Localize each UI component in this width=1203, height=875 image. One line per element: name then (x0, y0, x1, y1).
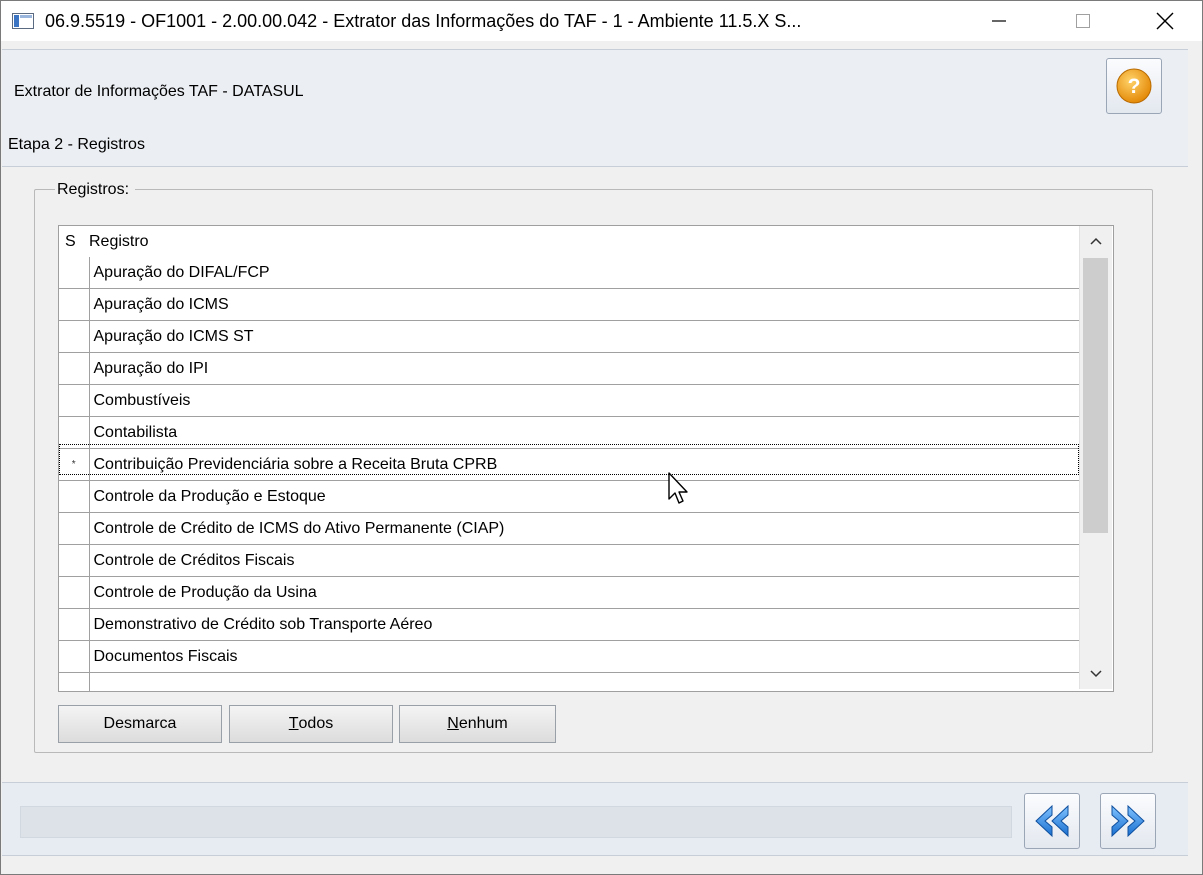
row-select-cell[interactable] (59, 416, 90, 449)
todos-button[interactable]: Todos (229, 705, 393, 743)
help-icon: ? (1116, 68, 1152, 104)
row-registro-cell[interactable]: Controle da Produção e Estoque (89, 480, 1081, 513)
table-row[interactable]: Controle de Produção da Usina (59, 576, 1081, 609)
scroll-up-button[interactable] (1080, 226, 1112, 256)
title-bar[interactable]: 06.9.5519 - OF1001 - 2.00.00.042 - Extra… (1, 1, 1202, 41)
table-row[interactable]: Apuração do ICMS (59, 288, 1081, 321)
chevron-up-icon (1090, 237, 1102, 245)
row-select-cell[interactable] (59, 257, 90, 289)
row-registro-cell[interactable] (89, 672, 1081, 691)
grid-vertical-scrollbar[interactable] (1079, 226, 1112, 689)
table-row[interactable]: Demonstrativo de Crédito sob Transporte … (59, 608, 1081, 641)
grid-header-row: S Registro (59, 226, 1081, 257)
double-left-arrow-icon (1035, 804, 1069, 838)
nenhum-label: enhum (458, 715, 508, 732)
app-icon (12, 13, 34, 29)
row-registro-cell[interactable]: Controle de Produção da Usina (89, 576, 1081, 609)
footer-bar (2, 782, 1188, 856)
registros-grid[interactable]: S Registro Apuração do DIFAL/FCP Apuração… (58, 225, 1114, 692)
row-select-cell[interactable] (59, 576, 90, 609)
help-button[interactable]: ? (1106, 58, 1162, 114)
table-row[interactable]: Controle de Créditos Fiscais (59, 544, 1081, 577)
row-select-cell[interactable] (59, 544, 90, 577)
row-select-cell[interactable] (59, 640, 90, 673)
window-title: 06.9.5519 - OF1001 - 2.00.00.042 - Extra… (45, 11, 802, 31)
maximize-icon (1076, 14, 1090, 28)
table-row[interactable]: Combustíveis (59, 384, 1081, 417)
table-row[interactable]: Documentos Fiscais (59, 640, 1081, 673)
row-registro-cell[interactable]: Apuração do DIFAL/FCP (89, 257, 1081, 289)
close-button[interactable] (1137, 1, 1193, 41)
table-row[interactable]: Apuração do ICMS ST (59, 320, 1081, 353)
registros-legend: Registros: (55, 181, 136, 199)
table-row[interactable]: Apuração do IPI (59, 352, 1081, 385)
row-select-cell[interactable] (59, 288, 90, 321)
program-title: Extrator de Informações TAF - DATASUL (14, 83, 304, 100)
step-title: Etapa 2 - Registros (8, 136, 145, 153)
row-registro-cell[interactable]: Controle de Créditos Fiscais (89, 544, 1081, 577)
row-select-cell[interactable] (59, 384, 90, 417)
row-registro-cell[interactable]: Apuração do ICMS (89, 288, 1081, 321)
desmarca-button[interactable]: Desmarca (58, 705, 222, 743)
nenhum-button[interactable]: Nenhum (399, 705, 556, 743)
row-select-cell[interactable] (59, 480, 90, 513)
row-registro-cell[interactable]: Contribuição Previdenciária sobre a Rece… (89, 448, 1081, 481)
scroll-down-button[interactable] (1080, 659, 1112, 689)
app-window: 06.9.5519 - OF1001 - 2.00.00.042 - Extra… (0, 0, 1203, 875)
row-registro-cell[interactable]: Contabilista (89, 416, 1081, 449)
double-right-arrow-icon (1111, 804, 1145, 838)
row-select-cell[interactable] (59, 512, 90, 545)
close-icon (1156, 12, 1174, 30)
back-button[interactable] (1024, 793, 1080, 849)
table-row[interactable]: Apuração do DIFAL/FCP (59, 257, 1081, 289)
program-header: Extrator de Informações TAF - DATASUL ? (2, 49, 1188, 123)
row-select-cell[interactable] (59, 352, 90, 385)
row-select-cell[interactable] (59, 320, 90, 353)
minimize-button[interactable] (971, 1, 1027, 41)
minimize-icon (992, 20, 1006, 22)
chevron-down-icon (1090, 670, 1102, 678)
row-registro-cell[interactable]: Apuração do IPI (89, 352, 1081, 385)
row-registro-cell[interactable]: Demonstrativo de Crédito sob Transporte … (89, 608, 1081, 641)
todos-accel: T (288, 715, 299, 732)
column-header-registro[interactable]: Registro (89, 226, 1081, 257)
scroll-thumb[interactable] (1083, 258, 1108, 533)
table-row[interactable] (59, 672, 1081, 691)
table-row[interactable]: * Contribuição Previdenciária sobre a Rec… (59, 448, 1081, 481)
nenhum-accel: N (447, 715, 459, 732)
row-select-cell[interactable] (59, 608, 90, 641)
maximize-button[interactable] (1055, 1, 1111, 41)
row-registro-cell[interactable]: Apuração do ICMS ST (89, 320, 1081, 353)
row-registro-cell[interactable]: Documentos Fiscais (89, 640, 1081, 673)
row-registro-cell[interactable]: Controle de Crédito de ICMS do Ativo Per… (89, 512, 1081, 545)
column-header-s[interactable]: S (59, 226, 89, 257)
table-row[interactable]: Controle de Crédito de ICMS do Ativo Per… (59, 512, 1081, 545)
todos-label: odos (298, 715, 334, 732)
row-select-cell[interactable]: * (59, 448, 90, 481)
svg-text:?: ? (1128, 75, 1141, 98)
row-registro-cell[interactable]: Combustíveis (89, 384, 1081, 417)
next-button[interactable] (1100, 793, 1156, 849)
status-field (20, 806, 1012, 838)
row-select-cell[interactable] (59, 672, 90, 691)
table-row[interactable]: Contabilista (59, 416, 1081, 449)
step-bar: Etapa 2 - Registros (2, 122, 1188, 167)
table-row[interactable]: Controle da Produção e Estoque (59, 480, 1081, 513)
registros-table: S Registro Apuração do DIFAL/FCP Apuração… (59, 226, 1081, 691)
